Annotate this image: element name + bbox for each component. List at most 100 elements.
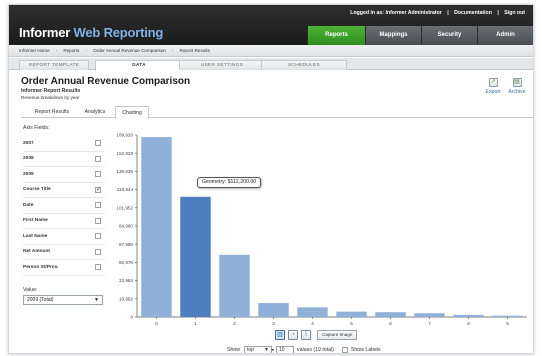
- x-tick-label: 8: [467, 321, 470, 326]
- x-tick-label: 6: [389, 321, 392, 326]
- archive-button[interactable]: ▤ Archive: [506, 78, 528, 95]
- axis-field-checkbox[interactable]: [95, 202, 101, 209]
- logo-accent-text: Web Reporting: [70, 25, 164, 40]
- axis-field-label: 2009: [23, 171, 34, 177]
- value-label: Value:: [23, 286, 38, 293]
- capture-image-button[interactable]: Capture Image: [317, 329, 358, 340]
- axis-field-checkbox[interactable]: [95, 248, 101, 255]
- tab-report-results[interactable]: Report Results: [29, 106, 75, 118]
- y-tick-label: 33,984: [119, 278, 133, 283]
- x-tick-label: 5: [350, 321, 353, 326]
- x-tick-label: 4: [311, 321, 314, 326]
- chart-bar: [414, 313, 445, 317]
- axis-field-checkbox[interactable]: [95, 217, 101, 224]
- bar-chart-svg: 016,99233,98450,97667,96884,960101,95211…: [116, 133, 527, 326]
- tab-data[interactable]: DATA: [95, 60, 183, 71]
- value-select[interactable]: 2009 (Total) ▼: [23, 294, 103, 305]
- line-chart-icon[interactable]: ⌇: [301, 329, 311, 340]
- axis-field-label: Course Title: [23, 187, 51, 193]
- axis-field-row[interactable]: Net Amount: [23, 245, 105, 260]
- axis-field-checkbox[interactable]: [95, 264, 101, 271]
- breadcrumb-reports[interactable]: Reports: [63, 48, 79, 53]
- nav-tab-security[interactable]: Security: [421, 26, 477, 45]
- chevron-down-icon: ▼: [94, 296, 99, 303]
- breadcrumb-chevron-icon: ›: [85, 47, 88, 54]
- export-button[interactable]: ↗ Export: [482, 78, 504, 95]
- report-subtabs: REPORT TEMPLATE DATA USER SETTINGS SCHED…: [9, 58, 533, 71]
- tab-analytics[interactable]: Analytics: [79, 106, 111, 118]
- count-stepper[interactable]: ◂ 10: [271, 345, 294, 353]
- page-description: Revenue breakdown by year: [21, 95, 80, 100]
- y-tick-label: 118,944: [117, 187, 134, 192]
- values-total-text: values (19 total): [296, 347, 334, 353]
- x-tick-label: 3: [272, 321, 275, 326]
- page-subtitle: Informer Report Results: [21, 88, 81, 94]
- chart-bar: [180, 196, 211, 317]
- tab-schedules[interactable]: SCHEDULES: [261, 60, 347, 70]
- axis-field-row[interactable]: Date: [23, 198, 105, 214]
- axis-field-row[interactable]: 2008: [23, 152, 105, 167]
- axis-field-label: 2007: [23, 140, 34, 146]
- y-tick-label: 101,952: [116, 205, 133, 210]
- axis-field-row[interactable]: Person St/Prov.: [23, 260, 105, 276]
- tab-charting[interactable]: Charting: [115, 106, 149, 119]
- x-tick-label: 1: [194, 321, 197, 326]
- axis-field-row[interactable]: Last Name: [23, 229, 105, 245]
- count-value: 10: [278, 346, 285, 353]
- nav-tab-mappings[interactable]: Mappings: [365, 26, 421, 45]
- nav-tab-reports[interactable]: Reports: [307, 26, 365, 45]
- axis-field-checkbox[interactable]: [95, 140, 101, 147]
- axis-field-checkbox[interactable]: [95, 233, 101, 240]
- chart-bar: [258, 303, 289, 317]
- breadcrumb-chevron-icon: ›: [55, 47, 58, 54]
- chart-tools: ▥ ◔ ⌇ Capture Image: [275, 329, 358, 340]
- sign-out-link[interactable]: Sign out: [504, 10, 525, 16]
- view-tabs: Report Results Analytics Charting: [21, 106, 533, 119]
- y-tick-label: 84,960: [119, 224, 133, 229]
- show-label: Show: [227, 347, 240, 353]
- y-tick-label: 50,976: [119, 260, 133, 265]
- axis-field-checkbox[interactable]: [95, 155, 101, 162]
- axis-fields-title: Axis Fields:: [23, 125, 50, 131]
- x-tick-label: 0: [155, 321, 158, 326]
- pie-chart-icon[interactable]: ◔: [288, 329, 298, 340]
- x-tick-label: 9: [506, 321, 509, 326]
- breadcrumb-home[interactable]: Informer Home: [19, 48, 50, 53]
- tab-report-template[interactable]: REPORT TEMPLATE: [19, 60, 89, 70]
- x-tick-label: 7: [428, 321, 431, 326]
- userbar-separator: |: [447, 10, 449, 16]
- nav-tab-admin[interactable]: Admin: [477, 26, 533, 45]
- archive-label: Archive: [508, 89, 526, 95]
- axis-field-checkbox[interactable]: [95, 186, 101, 193]
- show-labels-label: Show Labels: [350, 347, 381, 353]
- axis-field-row[interactable]: Course Title: [23, 183, 105, 198]
- axis-field-label: Last Name: [23, 233, 48, 239]
- breadcrumb-report[interactable]: Order Annual Revenue Comparison: [93, 48, 166, 53]
- chevron-down-icon: ▼: [264, 346, 269, 353]
- axis-field-label: First Name: [23, 218, 48, 224]
- axis-field-row[interactable]: First Name: [23, 214, 105, 229]
- y-tick-label: 135,936: [116, 169, 133, 174]
- y-tick-label: 152,928: [116, 151, 133, 156]
- axis-field-row[interactable]: 2007: [23, 136, 105, 152]
- tab-user-settings[interactable]: USER SETTINGS: [179, 60, 265, 70]
- axis-field-checkbox[interactable]: [95, 171, 101, 178]
- axis-field-row[interactable]: 2009: [23, 167, 105, 183]
- show-labels-checkbox[interactable]: [341, 347, 348, 353]
- chart-bar: [219, 254, 250, 317]
- logged-in-text: Logged in as: Informer Administrator: [350, 10, 442, 16]
- chart-bar: [492, 315, 523, 317]
- breadcrumb-results: Report Results: [179, 48, 210, 53]
- app-window: Informer Web Reporting Logged in as: Inf…: [8, 4, 534, 354]
- bar-chart-icon[interactable]: ▥: [275, 329, 285, 340]
- axis-field-label: Person St/Prov.: [23, 264, 59, 270]
- value-select-text: 2009 (Total): [27, 296, 54, 303]
- breadcrumb-chevron-icon: ›: [171, 47, 174, 54]
- top-select[interactable]: top ▼: [243, 345, 272, 353]
- show-controls: Show top ▼ ◂ 10 values (19 total) Show Lab…: [227, 345, 381, 353]
- documentation-link[interactable]: Documentation: [454, 10, 492, 16]
- chart-bar: [297, 307, 328, 317]
- y-tick-label: 67,968: [119, 242, 133, 247]
- chart-bar: [336, 311, 367, 317]
- app-logo[interactable]: Informer Web Reporting: [19, 25, 163, 40]
